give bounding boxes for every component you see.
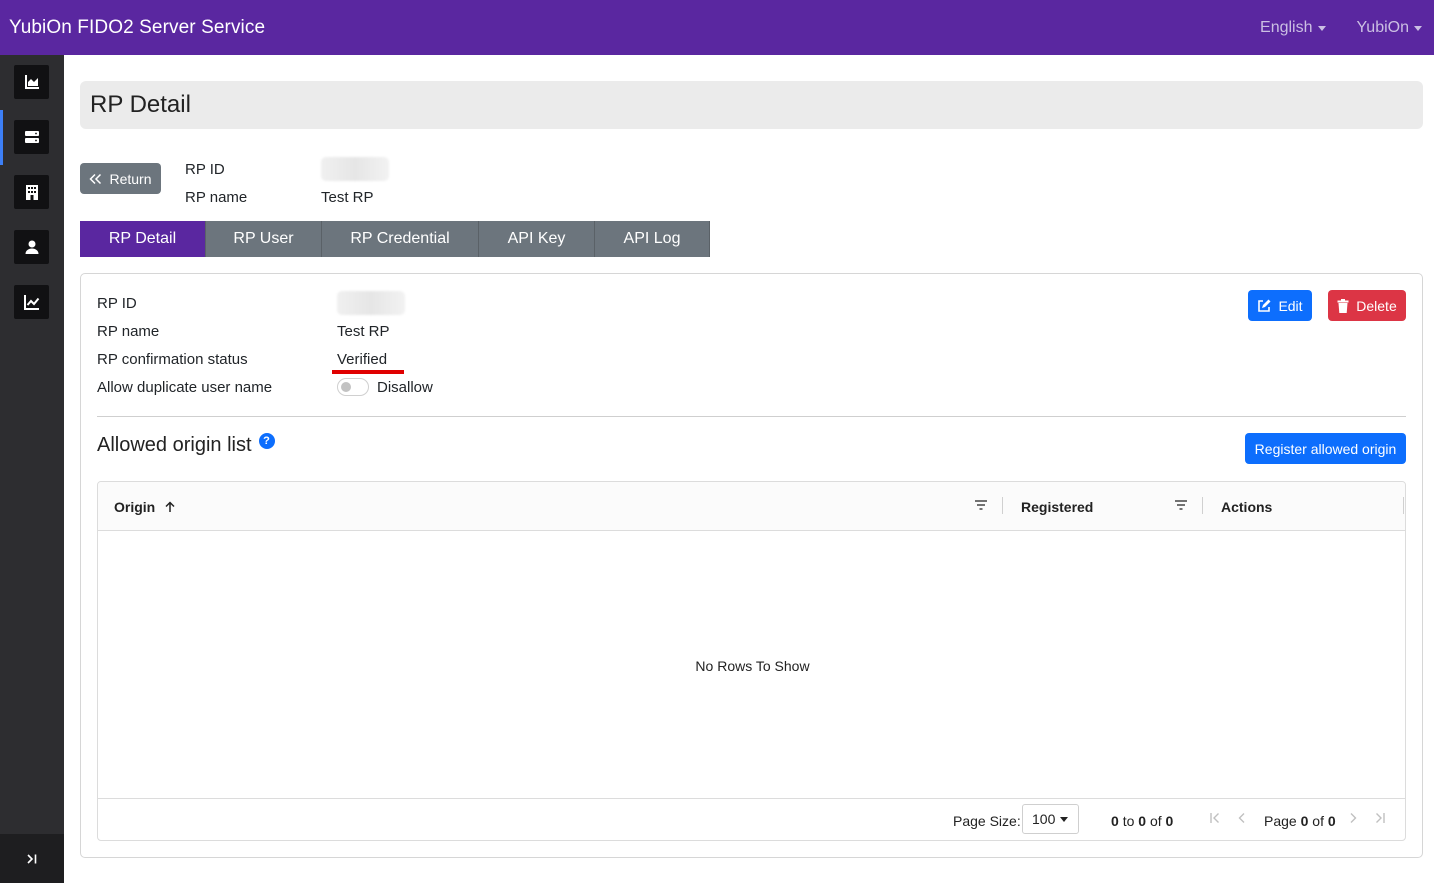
- rp-tabs: RP Detail RP User RP Credential API Key …: [80, 221, 710, 257]
- caret-down-icon: [1414, 25, 1422, 31]
- page-of-word: of: [1312, 813, 1324, 829]
- edit-button[interactable]: Edit: [1248, 290, 1312, 321]
- page-header: RP Detail: [80, 81, 1423, 129]
- language-dropdown[interactable]: English: [1260, 18, 1326, 37]
- edit-button-label: Edit: [1278, 297, 1303, 314]
- last-page-icon[interactable]: [1374, 811, 1386, 825]
- top-navbar: YubiOn FIDO2 Server Service English Yubi…: [0, 0, 1434, 55]
- previous-page-icon[interactable]: [1237, 811, 1247, 825]
- page-current: 0: [1300, 813, 1309, 829]
- sort-ascending-icon: [165, 500, 175, 512]
- page-title: RP Detail: [90, 91, 191, 118]
- page-total: 0: [1327, 813, 1336, 829]
- tab-rp-credential[interactable]: RP Credential: [322, 221, 479, 257]
- user-dropdown[interactable]: YubiOn: [1357, 19, 1422, 37]
- row-range-summary: 0 to 0 of 0: [1111, 813, 1173, 829]
- return-button-label: Return: [109, 170, 152, 187]
- column-separator: [1002, 497, 1003, 514]
- caret-down-icon: [1317, 25, 1326, 31]
- next-page-icon[interactable]: [1348, 811, 1358, 825]
- highlight-underline: [332, 369, 404, 374]
- page-size-select[interactable]: 100: [1022, 804, 1079, 834]
- sidebar-item-organization[interactable]: [14, 175, 49, 209]
- empty-grid-message: No Rows To Show: [695, 658, 810, 674]
- delete-button-label: Delete: [1356, 297, 1397, 314]
- app-title[interactable]: YubiOn FIDO2 Server Service: [9, 17, 265, 39]
- first-page-icon[interactable]: [1209, 811, 1221, 825]
- sidebar-item-dashboard[interactable]: [14, 65, 49, 99]
- caret-down-icon: [1060, 816, 1069, 822]
- range-to: 0: [1138, 813, 1147, 829]
- range-to-word: to: [1122, 813, 1135, 829]
- sidebar-item-server[interactable]: [14, 120, 49, 154]
- status-value-wrapper: Verified: [332, 350, 404, 374]
- sidebar-toggle[interactable]: [0, 834, 64, 883]
- person-icon: [25, 240, 38, 254]
- trash-icon: [1337, 298, 1349, 313]
- area-chart-icon: [24, 75, 39, 89]
- summary-rp-name-value: Test RP: [321, 188, 374, 206]
- range-total: 0: [1165, 813, 1174, 829]
- language-label: English: [1260, 18, 1313, 36]
- user-label: YubiOn: [1356, 18, 1409, 36]
- column-actions-label: Actions: [1221, 498, 1273, 515]
- filter-icon[interactable]: [1174, 499, 1188, 511]
- status-label: RP confirmation status: [97, 350, 248, 368]
- building-icon: [25, 185, 38, 200]
- page-size-value: 100: [1032, 811, 1056, 827]
- origin-list-title: Allowed origin list: [97, 434, 252, 456]
- summary-rp-id-label: RP ID: [185, 160, 225, 178]
- column-registered[interactable]: Registered: [1021, 482, 1093, 531]
- dup-username-label: Allow duplicate user name: [97, 378, 273, 396]
- dup-username-toggle[interactable]: [337, 378, 369, 396]
- column-origin-label: Origin: [114, 498, 156, 515]
- page-indicator: Page 0 of 0: [1264, 813, 1336, 829]
- range-from: 0: [1111, 813, 1119, 829]
- sidebar: [0, 55, 64, 883]
- delete-button[interactable]: Delete: [1328, 290, 1406, 321]
- section-divider: [97, 416, 1406, 417]
- summary-rp-id-value-redacted: [321, 157, 389, 181]
- chevron-double-left-icon: [89, 173, 102, 184]
- tab-api-log[interactable]: API Log: [595, 221, 710, 257]
- sidebar-item-user[interactable]: [14, 230, 49, 264]
- status-value: Verified: [337, 350, 388, 368]
- main-content: RP Detail Return RP ID RP name Test RP R…: [64, 55, 1434, 883]
- page-size-label: Page Size:: [953, 813, 1021, 829]
- grid-pagination: Page Size: 100 0 to 0 of 0 Page 0 of 0: [98, 798, 1405, 840]
- dup-username-value: Disallow: [377, 378, 433, 396]
- origin-list-heading: Allowed origin list ?: [97, 433, 275, 457]
- filter-icon[interactable]: [974, 499, 988, 511]
- sidebar-active-indicator: [0, 110, 3, 165]
- column-actions: Actions: [1221, 482, 1272, 531]
- help-icon[interactable]: ?: [258, 433, 275, 449]
- rp-detail-fields: RP ID RP name Test RP RP confirmation st…: [97, 289, 433, 401]
- grid-header: Origin Registered Actions: [98, 482, 1405, 531]
- chevron-bar-right-icon: [27, 853, 37, 864]
- register-origin-button[interactable]: Register allowed origin: [1245, 433, 1406, 464]
- range-of-word: of: [1149, 813, 1162, 829]
- line-chart-icon: [23, 295, 39, 310]
- rp-summary: RP ID RP name Test RP: [185, 155, 389, 211]
- detail-rp-name-value: Test RP: [337, 322, 390, 340]
- rp-detail-card: RP ID RP name Test RP RP confirmation st…: [80, 273, 1423, 858]
- top-nav-menu: English YubiOn: [1260, 19, 1434, 37]
- detail-rp-id-value-redacted: [337, 291, 405, 315]
- tab-rp-detail[interactable]: RP Detail: [80, 221, 206, 257]
- tab-rp-user[interactable]: RP User: [206, 221, 322, 257]
- server-icon: [24, 131, 39, 143]
- return-button[interactable]: Return: [80, 163, 161, 194]
- summary-rp-name-label: RP name: [185, 188, 248, 206]
- tab-api-key[interactable]: API Key: [479, 221, 595, 257]
- pencil-square-icon: [1258, 299, 1271, 312]
- sidebar-item-statistics[interactable]: [14, 285, 49, 319]
- column-origin[interactable]: Origin: [114, 482, 175, 531]
- page-word: Page: [1264, 813, 1297, 829]
- column-registered-label: Registered: [1021, 498, 1094, 515]
- origin-grid: Origin Registered Actions No Rows To Sho…: [97, 481, 1406, 841]
- detail-rp-name-label: RP name: [97, 322, 160, 340]
- column-separator: [1202, 497, 1203, 514]
- column-separator: [1403, 497, 1404, 514]
- detail-rp-id-label: RP ID: [97, 294, 137, 312]
